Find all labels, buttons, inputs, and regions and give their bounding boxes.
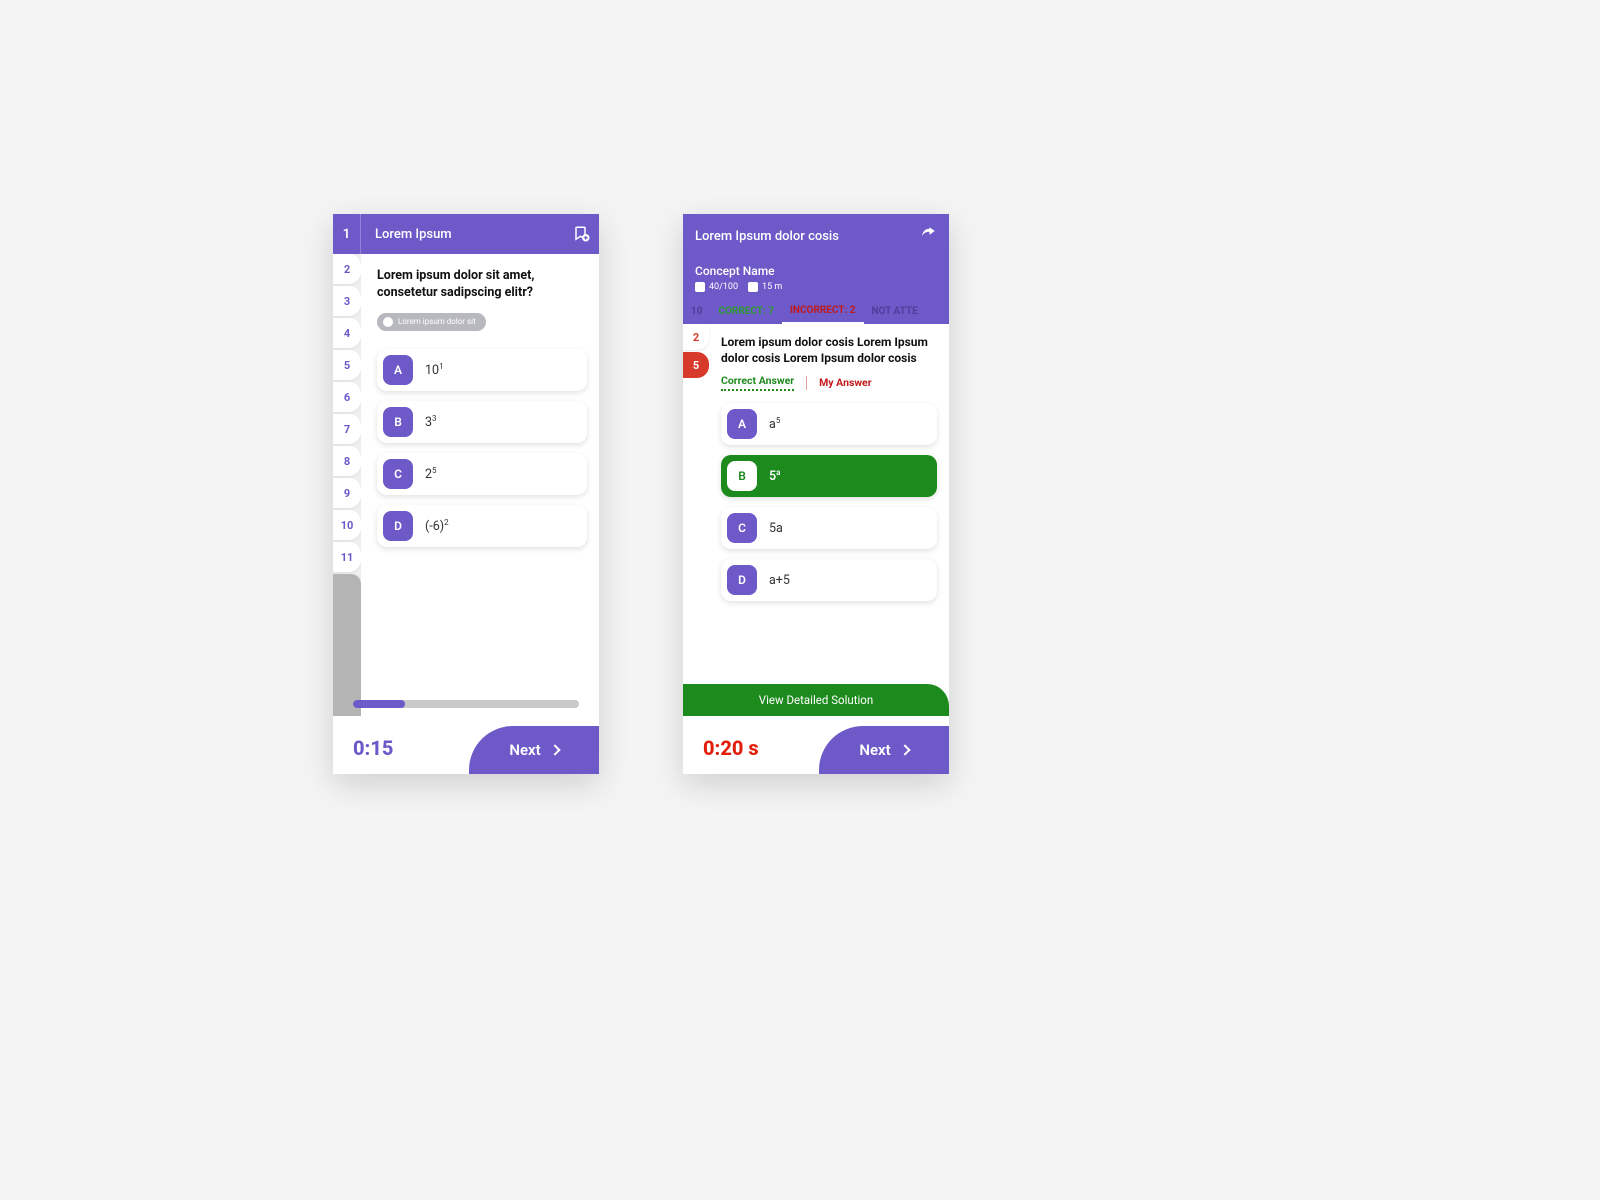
hint-label: Lorem ipsum dolor sit [398,317,476,326]
option-b[interactable]: B 33 [377,401,587,443]
option-value: 33 [425,414,437,430]
option-letter: D [727,565,757,595]
meta-row: 40/100 15 m [695,282,937,292]
timer: 0:15 [353,736,393,760]
score-meta: 40/100 [695,282,738,292]
stats-tab-not-attempted[interactable]: NOT ATTE [864,298,926,324]
option-value: 5a [769,468,780,484]
question-tab-11[interactable]: 11 [333,542,361,572]
score-icon [695,282,705,292]
clock-icon [748,282,758,292]
option-d[interactable]: D (-6)2 [377,505,587,547]
option-letter: D [383,511,413,541]
chevron-right-icon [549,744,560,755]
quiz-header: 1 Lorem Ipsum [333,214,599,254]
stats-tab-partial[interactable]: 10 [683,298,710,324]
option-value: (-6)2 [425,518,449,534]
question-tab-6[interactable]: 6 [333,382,361,412]
review-question-text: Lorem ipsum dolor cosis Lorem Ipsum dolo… [721,334,937,366]
stats-tab-incorrect[interactable]: INCORRECT: 2 [782,298,864,324]
option-letter: C [727,513,757,543]
option-c: C 5a [721,507,937,549]
tab-correct-answer[interactable]: Correct Answer [721,374,794,391]
question-text: Lorem ipsum dolor sit amet, consetetur s… [377,268,587,302]
option-b: B 5a [721,455,937,497]
option-value: 25 [425,466,437,482]
question-tab-8[interactable]: 8 [333,446,361,476]
review-content: Lorem ipsum dolor cosis Lorem Ipsum dolo… [709,324,949,716]
next-label: Next [509,741,540,759]
chevron-right-icon [899,744,910,755]
tab-separator [806,376,807,390]
bookmark-add-icon[interactable] [565,214,599,254]
score-value: 40/100 [709,282,738,292]
question-tab-3[interactable]: 3 [333,286,361,316]
view-solution-label: View Detailed Solution [759,693,873,707]
options-list: A 101 B 33 C 25 D (-6)2 [377,349,587,547]
view-solution-button[interactable]: View Detailed Solution [683,684,949,716]
incorrect-tab-5[interactable]: 5 [683,352,709,378]
option-value: 101 [425,362,444,378]
option-d: Da+5 [721,559,937,601]
option-value: 5a [769,521,783,536]
question-tab-10[interactable]: 10 [333,510,361,540]
current-question-number: 1 [333,214,361,254]
hint-chip[interactable]: Lorem ipsum dolor sit [377,313,486,331]
question-tab-7[interactable]: 7 [333,414,361,444]
lightbulb-icon [383,317,393,327]
option-letter: A [383,355,413,385]
duration-value: 15 m [762,282,782,292]
question-tab-2[interactable]: 2 [333,254,361,284]
option-letter: B [727,461,757,491]
question-number-tabs: 234567891011 [333,254,361,716]
progress-bar [353,700,579,708]
question-tab-9[interactable]: 9 [333,478,361,508]
quiz-content: Lorem ipsum dolor sit amet, consetetur s… [361,254,599,716]
question-tab-5[interactable]: 5 [333,350,361,380]
stats-tab-correct[interactable]: CORRECT: 7 [710,298,782,324]
option-letter: B [383,407,413,437]
option-value: a5 [769,416,780,432]
review-timer: 0:20 s [703,736,759,760]
tab-my-answer[interactable]: My Answer [819,376,871,389]
option-letter: A [727,409,757,439]
concept-name: Concept Name [695,264,937,278]
review-next-button[interactable]: Next [819,726,949,774]
tabs-scroll-area[interactable] [333,574,361,716]
review-screen: Lorem Ipsum dolor cosis Concept Name 40/… [683,214,949,774]
review-title: Lorem Ipsum dolor cosis [695,229,839,244]
option-letter: C [383,459,413,489]
option-a[interactable]: A 101 [377,349,587,391]
answer-tabs: Correct Answer My Answer [721,374,937,391]
option-c[interactable]: C 25 [377,453,587,495]
quiz-screen: 1 Lorem Ipsum 234567891011 Lorem ipsum d… [333,214,599,774]
option-a: Aa5 [721,403,937,445]
review-options-list: Aa5 B 5a C 5a Da+5 [721,403,937,601]
quiz-footer: 0:15 Next [333,716,599,774]
option-value: a+5 [769,573,790,588]
next-button[interactable]: Next [469,726,599,774]
quiz-body: 234567891011 Lorem ipsum dolor sit amet,… [333,254,599,716]
question-tab-4[interactable]: 4 [333,318,361,348]
review-next-label: Next [859,741,890,759]
incorrect-tab-2[interactable]: 2 [683,324,709,350]
duration-meta: 15 m [748,282,782,292]
review-body: 25 Lorem ipsum dolor cosis Lorem Ipsum d… [683,324,949,716]
share-icon[interactable] [919,225,937,247]
review-header: Lorem Ipsum dolor cosis Concept Name 40/… [683,214,949,324]
incorrect-question-tabs: 25 [683,324,709,716]
review-footer: 0:20 s Next [683,716,949,774]
stats-tabs: 10 CORRECT: 7 INCORRECT: 2 NOT ATTE [683,298,949,324]
progress-fill [353,700,405,708]
quiz-title: Lorem Ipsum [361,227,565,242]
